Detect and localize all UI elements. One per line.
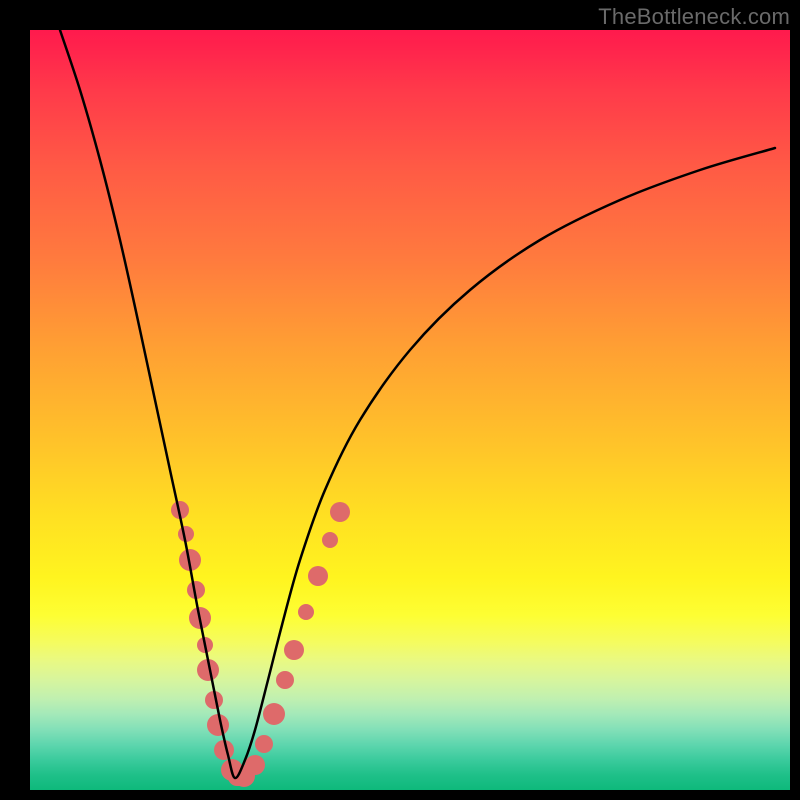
data-marker <box>255 735 273 753</box>
chart-svg <box>30 30 790 790</box>
data-marker <box>322 532 338 548</box>
data-marker <box>263 703 285 725</box>
data-marker <box>298 604 314 620</box>
data-marker <box>284 640 304 660</box>
data-marker <box>308 566 328 586</box>
data-marker <box>330 502 350 522</box>
chart-frame: TheBottleneck.com <box>0 0 800 800</box>
plot-area <box>30 30 790 790</box>
marker-layer <box>171 501 350 787</box>
data-marker <box>276 671 294 689</box>
data-marker <box>207 714 229 736</box>
bottleneck-curve <box>60 30 775 778</box>
watermark-text: TheBottleneck.com <box>598 4 790 30</box>
